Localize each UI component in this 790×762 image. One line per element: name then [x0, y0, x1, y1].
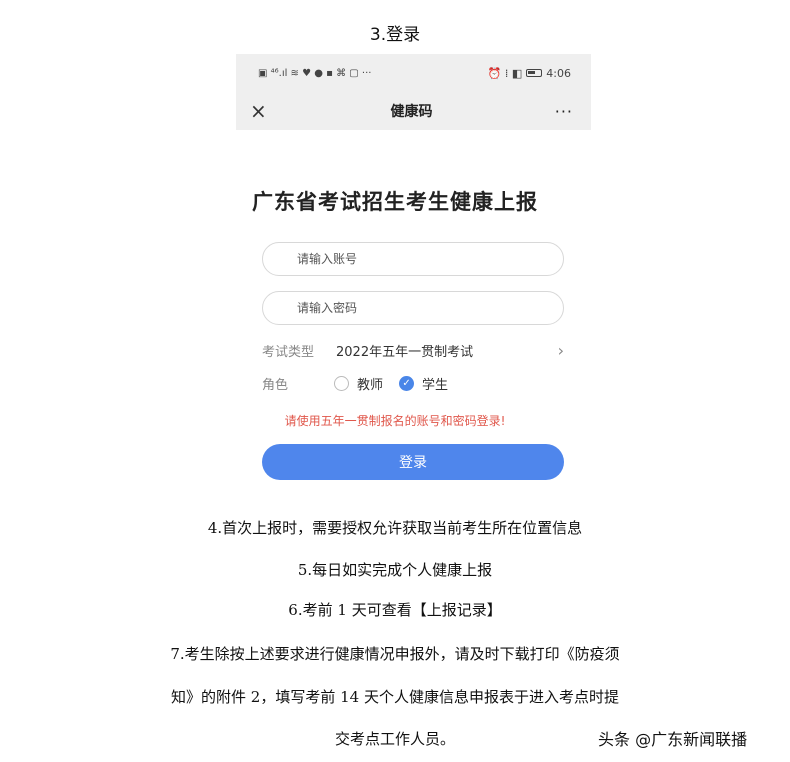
battery-icon — [526, 69, 543, 77]
step7-text-line2: 知》的附件 2，填写考前 14 天个人健康信息申报表于进入考点时提 — [171, 688, 619, 706]
chevron-right-icon: › — [557, 340, 564, 360]
login-notice: 请使用五年一贯制报名的账号和密码登录! — [284, 414, 506, 428]
role-option-student[interactable]: ✓ 学生 — [399, 374, 448, 393]
step6-text: 6.考前 1 天可查看【上报记录】 — [288, 601, 502, 619]
role-selector: 角色 教师 ✓ 学生 — [262, 372, 564, 394]
app-header: × 健康码 ··· — [236, 92, 591, 130]
exam-type-label: 考试类型 — [262, 344, 315, 360]
status-bar: ▣ ⁴⁶.ıl ≋ ♥ ● ▪ ⌘ ▢ ··· ⏰ ⁞ ◧ 4:06 — [236, 54, 591, 92]
step3-title: 3.登录 — [369, 25, 421, 45]
phone-header-screenshot: ▣ ⁴⁶.ıl ≋ ♥ ● ▪ ⌘ ▢ ··· ⏰ ⁞ ◧ 4:06 × 健康码… — [236, 54, 591, 130]
status-icons-right: ⏰ ⁞ ◧ 4:06 — [488, 67, 571, 80]
source-watermark: 头条 @广东新闻联播 — [598, 730, 748, 749]
login-button[interactable]: 登录 — [262, 444, 564, 480]
page: 3.登录 ▣ ⁴⁶.ıl ≋ ♥ ● ▪ ⌘ ▢ ··· ⏰ ⁞ ◧ 4:06 … — [0, 0, 790, 762]
alarm-vibrate-icons: ⏰ ⁞ ◧ — [487, 66, 523, 80]
radio-unchecked-icon — [334, 375, 349, 391]
account-field[interactable] — [262, 242, 564, 276]
radio-checked-icon: ✓ — [399, 375, 415, 391]
exam-type-selector[interactable]: 考试类型 2022年五年一贯制考试 › — [262, 339, 564, 361]
step5-text: 5.每日如实完成个人健康上报 — [297, 561, 493, 579]
step4-text: 4.首次上报时，需要授权允许获取当前考生所在位置信息 — [207, 519, 583, 537]
account-input[interactable] — [295, 251, 563, 267]
app-title: 健康码 — [390, 104, 433, 120]
close-icon[interactable]: × — [250, 99, 272, 123]
status-time: 4:06 — [546, 66, 571, 80]
role-option-label: 学生 — [422, 377, 449, 393]
password-input[interactable] — [295, 300, 563, 316]
exam-type-value: 2022年五年一贯制考试 — [336, 344, 474, 360]
form-title: 广东省考试招生考生健康上报 — [252, 190, 538, 214]
role-label: 角色 — [262, 377, 289, 393]
password-field[interactable] — [262, 291, 564, 325]
status-icons-left: ▣ ⁴⁶.ıl ≋ ♥ ● ▪ ⌘ ▢ ··· — [258, 67, 372, 79]
step7-text-line1: 7.考生除按上述要求进行健康情况申报外，请及时下载打印《防疫须 — [170, 645, 620, 663]
role-option-teacher[interactable]: 教师 — [334, 374, 383, 393]
role-option-label: 教师 — [357, 377, 384, 393]
more-options-icon[interactable]: ··· — [551, 102, 573, 121]
